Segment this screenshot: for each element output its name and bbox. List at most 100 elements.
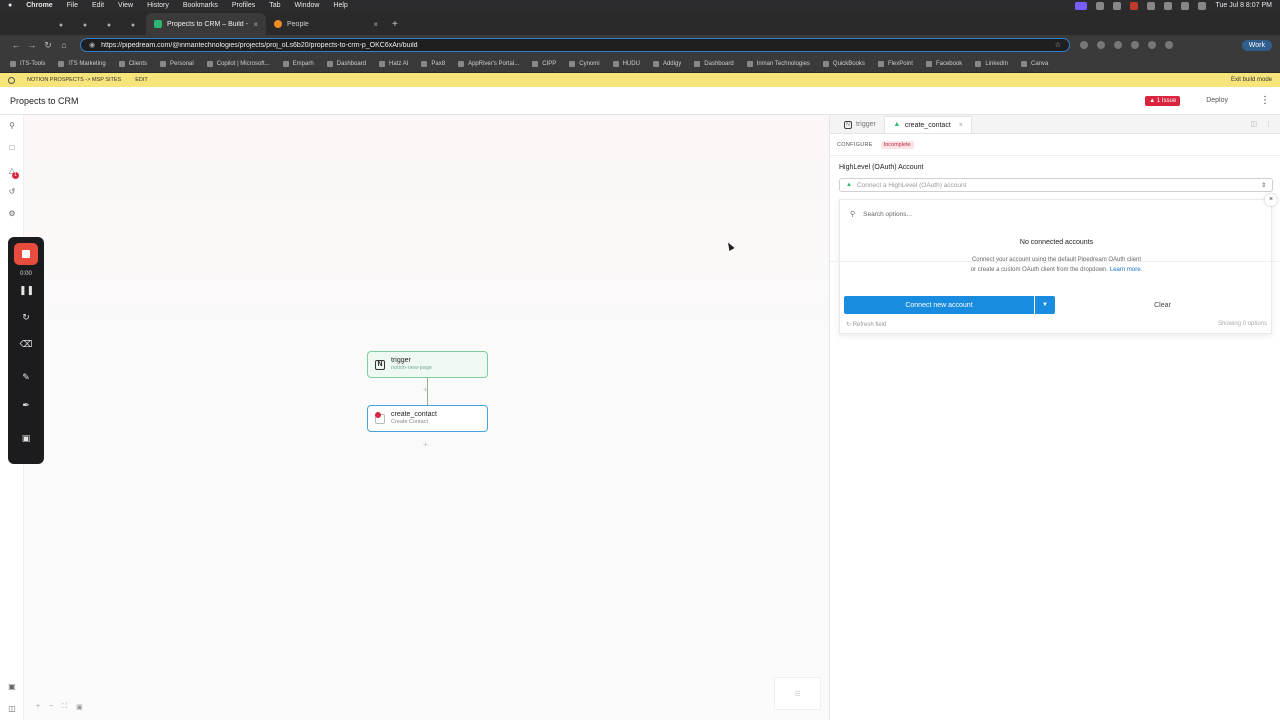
bookmark-item[interactable]: Dashboard xyxy=(326,60,366,67)
menu-window[interactable]: Window xyxy=(295,2,320,9)
extension-icon[interactable] xyxy=(1114,41,1122,49)
create-contact-node[interactable]: create_contact Create Contact xyxy=(367,405,488,432)
gear-icon[interactable]: ⚙ xyxy=(7,209,17,219)
forward-arrow-icon[interactable]: → xyxy=(24,40,40,50)
bookmark-item[interactable]: ITS-Tools xyxy=(10,60,45,67)
control-center-icon[interactable] xyxy=(1198,1,1207,10)
canvas-minimap[interactable]: ☰ xyxy=(774,677,821,710)
menu-view[interactable]: View xyxy=(118,2,133,9)
menu-edit[interactable]: Edit xyxy=(92,2,104,9)
refresh-field-link[interactable]: ↻ Refresh field xyxy=(846,321,886,328)
learn-more-link[interactable]: Learn more. xyxy=(1110,267,1142,273)
bookmark-item[interactable]: Facebook xyxy=(925,60,962,67)
issue-badge[interactable]: ▲ 1 Issue xyxy=(1145,95,1181,106)
menu-history[interactable]: History xyxy=(147,2,169,9)
menu-app-name[interactable]: Chrome xyxy=(26,2,52,9)
status-icon[interactable] xyxy=(1130,1,1139,10)
close-tab-icon[interactable]: × xyxy=(373,20,378,29)
breadcrumb-edit[interactable]: EDIT xyxy=(135,77,148,83)
more-options-icon[interactable]: ⋮ xyxy=(1260,95,1270,106)
bookmark-item[interactable]: Personal xyxy=(160,60,194,67)
menu-file[interactable]: File xyxy=(67,2,78,9)
add-step-icon[interactable]: + xyxy=(423,440,428,449)
close-tab-icon[interactable]: × xyxy=(959,122,963,129)
edit-icon[interactable]: ✎ xyxy=(19,372,33,383)
close-icon[interactable]: × xyxy=(1265,194,1277,206)
screen-recorder-icon[interactable] xyxy=(1075,1,1088,10)
trigger-node[interactable]: N trigger notion-new-page xyxy=(367,351,488,378)
dropdown-search[interactable]: ⚲ Search options... xyxy=(850,210,912,219)
bookmark-item[interactable]: AppRiver's Portal... xyxy=(458,60,519,67)
trash-icon[interactable]: ⌫ xyxy=(19,339,33,350)
chevron-down-icon[interactable]: ▼ xyxy=(1035,296,1055,314)
tab-people[interactable]: People × xyxy=(266,13,386,35)
restart-icon[interactable]: ↻ xyxy=(19,312,33,323)
search-icon[interactable]: ⚲ xyxy=(7,121,17,131)
chat-icon[interactable]: □ xyxy=(7,143,17,153)
bookmark-item[interactable]: Hatz AI xyxy=(379,60,408,67)
bookmark-item[interactable]: Copilot | Microsoft... xyxy=(206,60,270,67)
home-icon[interactable]: ⌂ xyxy=(56,40,72,50)
add-step-icon[interactable]: + xyxy=(423,385,428,394)
apple-icon[interactable]: ● xyxy=(8,2,12,9)
menu-tab[interactable]: Tab xyxy=(269,2,280,9)
bookmark-item[interactable]: HUDU xyxy=(612,60,640,67)
pinned-tab[interactable]: ● xyxy=(98,15,120,35)
page-title[interactable]: Propects to CRM xyxy=(10,96,79,106)
site-info-icon[interactable]: ◉ xyxy=(89,41,95,49)
menubar-clock[interactable]: Tue Jul 8 8:07 PM xyxy=(1215,2,1272,9)
search-icon[interactable] xyxy=(1181,1,1190,10)
reload-icon[interactable]: ↻ xyxy=(40,40,56,51)
menu-profiles[interactable]: Profiles xyxy=(232,2,255,9)
menu-help[interactable]: Help xyxy=(333,2,347,9)
bookmark-item[interactable]: ITS Marketing xyxy=(58,60,106,67)
bookmark-item[interactable]: LinkedIn xyxy=(975,60,1008,67)
pinned-tab[interactable]: ● xyxy=(50,15,72,35)
tab-trigger[interactable]: N trigger xyxy=(836,116,884,133)
bookmark-item[interactable]: CIPP xyxy=(532,60,556,67)
status-icon[interactable] xyxy=(1113,1,1122,10)
bookmark-item[interactable]: Cynomi xyxy=(569,60,600,67)
draw-icon[interactable]: ✒ xyxy=(19,400,33,411)
zoom-in-icon[interactable]: + xyxy=(36,703,40,711)
panel-toggle-icon[interactable]: ◫ xyxy=(7,704,17,714)
pinned-tab[interactable]: ● xyxy=(122,15,144,35)
exit-build-mode-link[interactable]: Exit build mode xyxy=(1231,77,1272,83)
tab-pipedream-build[interactable]: Propects to CRM – Build - Pip × xyxy=(146,13,266,35)
bookmark-star-icon[interactable]: ☆ xyxy=(1055,41,1061,49)
extension-icon[interactable] xyxy=(1080,41,1088,49)
url-input[interactable]: ◉ https://pipedream.com/@inmantechnologi… xyxy=(80,38,1070,52)
status-icon[interactable] xyxy=(1096,1,1105,10)
more-options-icon[interactable]: ⋮ xyxy=(1265,120,1272,128)
extension-icon[interactable] xyxy=(1131,41,1139,49)
sidepanel-icon[interactable] xyxy=(1165,41,1173,49)
back-arrow-icon[interactable]: ← xyxy=(8,40,24,50)
bookmark-item[interactable]: Dashboard xyxy=(694,60,734,67)
extension-icon[interactable] xyxy=(1148,41,1156,49)
bookmark-item[interactable]: Addigy xyxy=(652,60,681,67)
close-tab-icon[interactable]: × xyxy=(253,20,258,29)
menu-bookmarks[interactable]: Bookmarks xyxy=(183,2,218,9)
bookmark-item[interactable]: Inman Technologies xyxy=(746,60,810,67)
pinned-tab[interactable]: ● xyxy=(74,15,96,35)
camera-icon[interactable]: ▣ xyxy=(19,433,33,444)
status-icon[interactable] xyxy=(1147,1,1156,10)
connect-new-account-button[interactable]: Connect new account xyxy=(844,296,1034,314)
account-select[interactable]: ▲ Connect a HighLevel (OAuth) account ⇕ xyxy=(839,178,1273,192)
new-tab-icon[interactable]: + xyxy=(392,13,398,35)
lock-view-icon[interactable]: ▣ xyxy=(76,703,83,711)
deploy-button[interactable]: Deploy xyxy=(1206,97,1228,104)
bookmark-item[interactable]: Canva xyxy=(1021,60,1048,67)
search-options-input[interactable]: Search options... xyxy=(863,211,912,218)
workflow-canvas[interactable]: N trigger notion-new-page + create_conta… xyxy=(24,115,829,720)
stop-recording-button[interactable] xyxy=(14,243,38,265)
bookmark-item[interactable]: QuickBooks xyxy=(822,60,865,67)
pause-icon[interactable]: ❚❚ xyxy=(19,285,34,296)
bookmark-item[interactable]: Pax8 xyxy=(421,60,445,67)
clear-button[interactable]: Clear xyxy=(1056,296,1269,314)
fit-view-icon[interactable]: ⛶ xyxy=(62,703,67,711)
history-icon[interactable]: ↺ xyxy=(7,187,17,197)
tab-create-contact[interactable]: ▲ create_contact × xyxy=(883,116,972,133)
extension-icon[interactable] xyxy=(1097,41,1105,49)
wifi-icon[interactable] xyxy=(1164,1,1173,10)
